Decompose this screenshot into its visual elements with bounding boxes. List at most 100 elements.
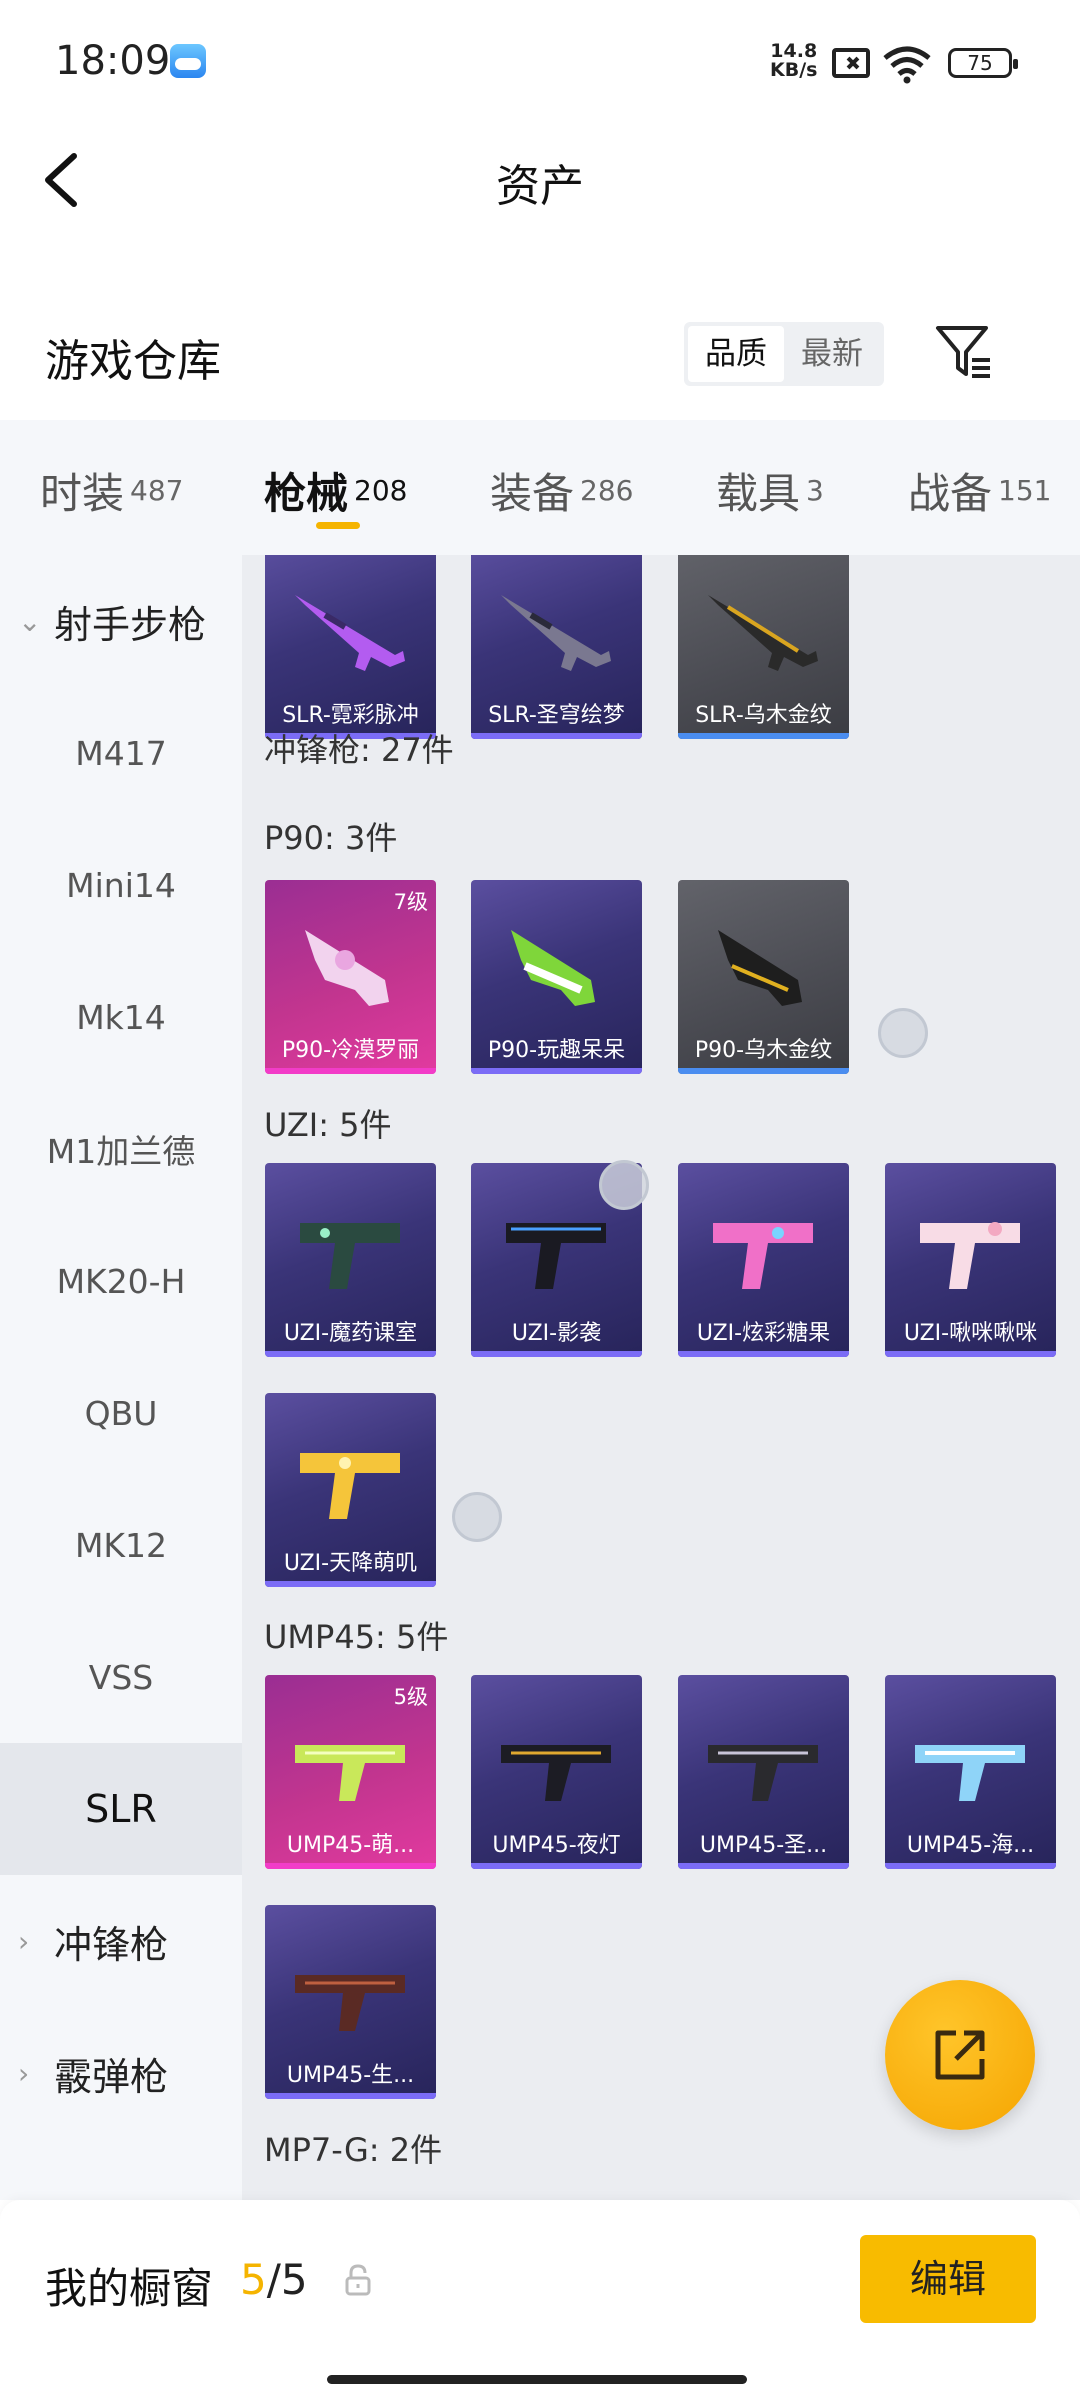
rarity-bar [678,733,849,739]
sidebar-item-slr[interactable]: SLR [0,1743,242,1875]
showcase-count-current: 5 [240,2255,267,2304]
sidebar-item-m1-garand[interactable]: M1加兰德 [0,1083,242,1215]
sidebar-group-label: 霰弹枪 [54,2054,169,2099]
tab-vehicles[interactable]: 载具 3 [716,460,824,521]
weapon-grid: SLR-霓彩脉冲 SLR-圣穹绘梦 SLR-乌木金纹 冲锋枪: 27件 P90:… [242,555,1080,2200]
weapon-card[interactable]: UZI-魔药课室 [265,1163,436,1357]
sidebar-group-shotgun[interactable]: › 霰弹枪 [18,2007,168,2139]
section-header-smg: 冲锋枪: 27件 [264,731,454,769]
sidebar-item-vss[interactable]: VSS [0,1611,242,1743]
tab-count: 151 [998,474,1052,507]
weapon-name: UZI-炫彩糖果 [696,1321,831,1346]
network-speed: 14.8 KB/s [770,42,817,80]
weapon-icon [295,1975,405,2031]
rarity-bar [471,733,642,739]
weapon-icon [708,595,818,671]
sort-toggle: 品质 最新 [684,322,884,386]
weapon-icon [506,1223,606,1289]
sidebar-group-marksman-rifles[interactable]: ⌄ 射手步枪 [18,555,206,687]
rarity-bar [885,1351,1056,1357]
showcase-label: 我的橱窗 [45,2264,214,2313]
filter-icon[interactable] [934,322,994,382]
weapon-icon [920,1222,1020,1289]
rarity-bar [265,2093,436,2099]
tab-count: 286 [580,474,634,507]
sidebar-item-m417[interactable]: M417 [0,687,242,819]
weapon-card[interactable]: 7级 P90-冷漠罗丽 [265,880,436,1074]
lock-icon [345,2264,371,2296]
showcase-count-total: 5 [280,2255,308,2304]
sidebar-group-smg[interactable]: › 冲锋枪 [18,1875,168,2007]
category-tabs: 时装 487 枪械 208 装备 286 载具 3 战备 151 [0,420,1080,555]
tab-count: 487 [130,474,184,507]
sidebar-group-label: 冲锋枪 [54,1922,169,1967]
weapon-name: UMP45-萌... [286,1833,415,1858]
weapon-name: P90-冷漠罗丽 [281,1038,420,1063]
status-time: 18:09 [55,38,171,84]
tab-label: 装备 [490,469,575,518]
tab-firearms[interactable]: 枪械 208 [264,460,407,521]
weapon-icon [713,1223,813,1289]
home-indicator[interactable] [327,2375,747,2384]
sidebar-item-mini14[interactable]: Mini14 [0,819,242,951]
status-bar: 18:09 14.8 KB/s 75 [0,0,1080,120]
rarity-bar [678,1068,849,1074]
tab-label: 枪械 [264,469,349,518]
tab-label: 战备 [908,469,993,518]
rarity-bar [265,1581,436,1587]
weapon-name: UZI-魔药课室 [283,1321,418,1346]
weapon-card[interactable]: P90-乌木金纹 [678,880,849,1074]
sort-option-quality[interactable]: 品质 [688,326,784,382]
tab-equipment[interactable]: 装备 286 [490,460,633,521]
battery-indicator: 75 [948,48,1018,78]
weapon-name: UZI-啾咪啾咪 [903,1321,1038,1346]
rarity-bar [265,1863,436,1869]
weapon-icon [718,930,802,1006]
weapon-icon [501,1745,611,1801]
weapon-card[interactable]: UMP45-夜灯 [471,1675,642,1869]
chevron-right-icon: › [18,2056,30,2090]
weapon-level-badge: 5级 [393,1685,428,1709]
weapon-subcategory-sidebar: ⌄ 射手步枪 M417 Mini14 Mk14 M1加兰德 MK20-H QBU… [0,555,242,2200]
warehouse-title: 游戏仓库 [45,336,221,387]
weapon-icon [511,930,595,1006]
sidebar-item-mk12[interactable]: MK12 [0,1479,242,1611]
weapon-icon [501,595,611,671]
share-icon [935,2030,985,2080]
tab-label: 时装 [40,469,125,518]
weather-icon [170,44,206,78]
weapon-card[interactable]: UMP45-圣... [678,1675,849,1869]
touch-indicator [878,1008,928,1058]
weapon-name: P90-乌木金纹 [694,1038,833,1063]
weapon-card[interactable]: UZI-炫彩糖果 [678,1163,849,1357]
section-title-ump45: UMP45: 5件 [264,1618,449,1656]
weapon-card[interactable]: SLR-乌木金纹 [678,555,849,739]
rarity-bar [885,1863,1056,1869]
weapon-card[interactable]: UZI-天降萌叽 [265,1393,436,1587]
sidebar-item-mk14[interactable]: Mk14 [0,951,242,1083]
share-button[interactable] [885,1980,1035,2130]
tab-battle-gear[interactable]: 战备 151 [908,460,1051,521]
weapon-level-badge: 7级 [393,890,428,914]
weapon-card[interactable]: P90-玩趣呆呆 [471,880,642,1074]
showcase-count-separator: / [266,2255,281,2304]
edit-button[interactable]: 编辑 [860,2235,1036,2323]
weapon-icon [915,1745,1025,1801]
showcase-count: 5/5 [240,2255,308,2304]
weapon-card[interactable]: SLR-圣穹绘梦 [471,555,642,739]
sidebar-item-qbu[interactable]: QBU [0,1347,242,1479]
page-title: 资产 [496,161,584,212]
weapon-icon [305,930,389,1006]
weapon-card[interactable]: UMP45-海... [885,1675,1056,1869]
weapon-card[interactable]: UMP45-生... [265,1905,436,2099]
weapon-card[interactable]: SLR-霓彩脉冲 [265,555,436,739]
tab-count: 208 [354,474,408,507]
weapon-name: UZI-影袭 [511,1321,602,1346]
rarity-bar [471,1863,642,1869]
tab-fashion[interactable]: 时装 487 [40,460,183,521]
sidebar-item-mk20h[interactable]: MK20-H [0,1215,242,1347]
weapon-card[interactable]: 5级 UMP45-萌... [265,1675,436,1869]
sort-option-newest[interactable]: 最新 [784,326,880,382]
weapon-name: UZI-天降萌叽 [283,1551,418,1576]
weapon-card[interactable]: UZI-啾咪啾咪 [885,1163,1056,1357]
